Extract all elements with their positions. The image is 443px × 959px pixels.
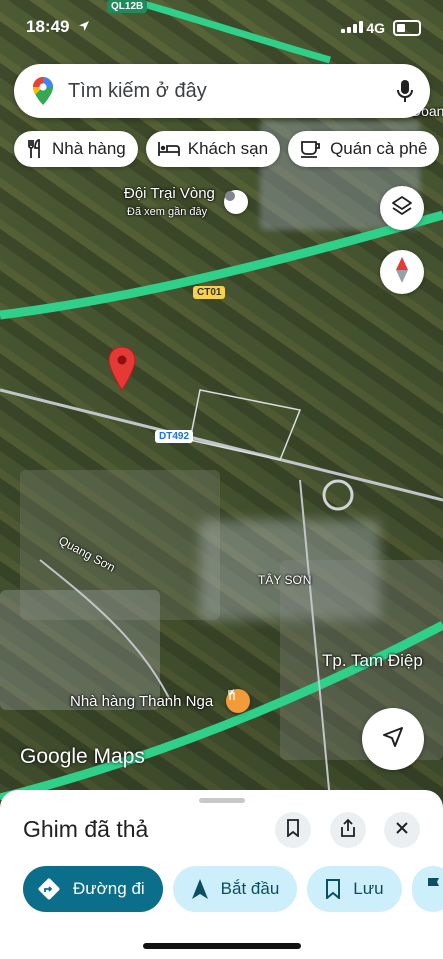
- share-button[interactable]: [330, 812, 366, 848]
- chip-label: Nhà hàng: [52, 139, 126, 158]
- status-time: 18:49: [26, 17, 70, 36]
- bookmark-icon: [325, 879, 341, 899]
- map-roads: [0, 0, 443, 800]
- status-bar: 18:49 4G: [0, 0, 443, 52]
- hotel-icon: [157, 141, 180, 157]
- more-actions-button[interactable]: [411, 866, 443, 912]
- compass-button[interactable]: [380, 250, 424, 294]
- my-location-button[interactable]: [362, 708, 424, 770]
- flag-icon: [426, 877, 442, 902]
- place-label-tam-diep[interactable]: Tp. Tam Điệp: [322, 651, 423, 671]
- highway-ct01: [0, 210, 443, 320]
- save-label: Lưu: [353, 879, 384, 898]
- place-label-tay-son: TÂY SƠN: [258, 573, 312, 587]
- road-dt492: [0, 388, 443, 502]
- navigation-arrow-icon: [191, 878, 209, 900]
- layers-button[interactable]: [380, 186, 424, 230]
- restaurant-pin-icon[interactable]: [226, 689, 250, 713]
- roundabout: [322, 479, 354, 511]
- google-maps-logo-icon: [32, 76, 54, 111]
- sheet-title: Ghim đã thả: [23, 816, 149, 842]
- save-list-button[interactable]: Lưu: [307, 866, 402, 912]
- road-label-ct01: CT01: [193, 286, 226, 299]
- action-buttons: Đường đi Bắt đầu Lưu: [23, 866, 443, 912]
- recent-place-pin-icon[interactable]: [224, 190, 248, 214]
- close-button[interactable]: [384, 812, 420, 848]
- restaurant-icon: [26, 139, 44, 159]
- compass-icon: [395, 256, 409, 289]
- share-icon: [340, 818, 356, 843]
- location-arrow-icon: [78, 19, 90, 37]
- battery-icon: [393, 20, 421, 36]
- category-chips: Nhà hàng Khách sạn Quán cà phê: [14, 131, 440, 167]
- bookmark-icon: [286, 818, 300, 842]
- place-label-restaurant[interactable]: Nhà hàng Thanh Nga: [70, 693, 213, 710]
- navigation-arrow-icon: [382, 726, 404, 753]
- search-bar[interactable]: Tìm kiếm ở đây: [14, 64, 430, 118]
- chip-label: Khách sạn: [187, 139, 269, 158]
- microphone-icon[interactable]: [396, 79, 414, 108]
- road-label-dt492: DT492: [155, 430, 194, 443]
- layers-icon: [391, 195, 413, 222]
- start-label: Bắt đầu: [220, 879, 280, 898]
- chip-restaurants[interactable]: Nhà hàng: [14, 131, 138, 167]
- start-button[interactable]: Bắt đầu: [172, 866, 298, 912]
- directions-button[interactable]: Đường đi: [23, 866, 163, 912]
- close-icon: [395, 821, 409, 840]
- place-label-recently-viewed: Đã xem gần đây: [127, 206, 208, 218]
- network-type: 4G: [366, 20, 385, 36]
- chip-label: Quán cà phê: [330, 139, 428, 158]
- place-bottom-sheet[interactable]: Ghim đã thả Đường đi Bắt đầu Lưu: [0, 790, 443, 959]
- save-button[interactable]: [275, 812, 311, 848]
- chip-hotels[interactable]: Khách sạn: [145, 131, 281, 167]
- directions-icon: [37, 877, 61, 901]
- road-city: [299, 479, 331, 800]
- map-view[interactable]: QL12B CT01 DT492 Đội Trại Vòng Đã xem gầ…: [0, 0, 443, 800]
- directions-label: Đường đi: [73, 879, 145, 898]
- signal-icon: [341, 21, 363, 33]
- coffee-icon: [300, 140, 322, 158]
- search-input[interactable]: Tìm kiếm ở đây: [68, 80, 207, 103]
- google-maps-attribution: Google Maps: [20, 745, 145, 768]
- road-quang-son: [39, 559, 171, 701]
- place-label-doi-trai-vong[interactable]: Đội Trại Vòng: [124, 185, 215, 202]
- chip-coffee[interactable]: Quán cà phê: [288, 131, 440, 167]
- home-indicator[interactable]: [143, 943, 301, 949]
- sheet-drag-handle[interactable]: [199, 798, 245, 803]
